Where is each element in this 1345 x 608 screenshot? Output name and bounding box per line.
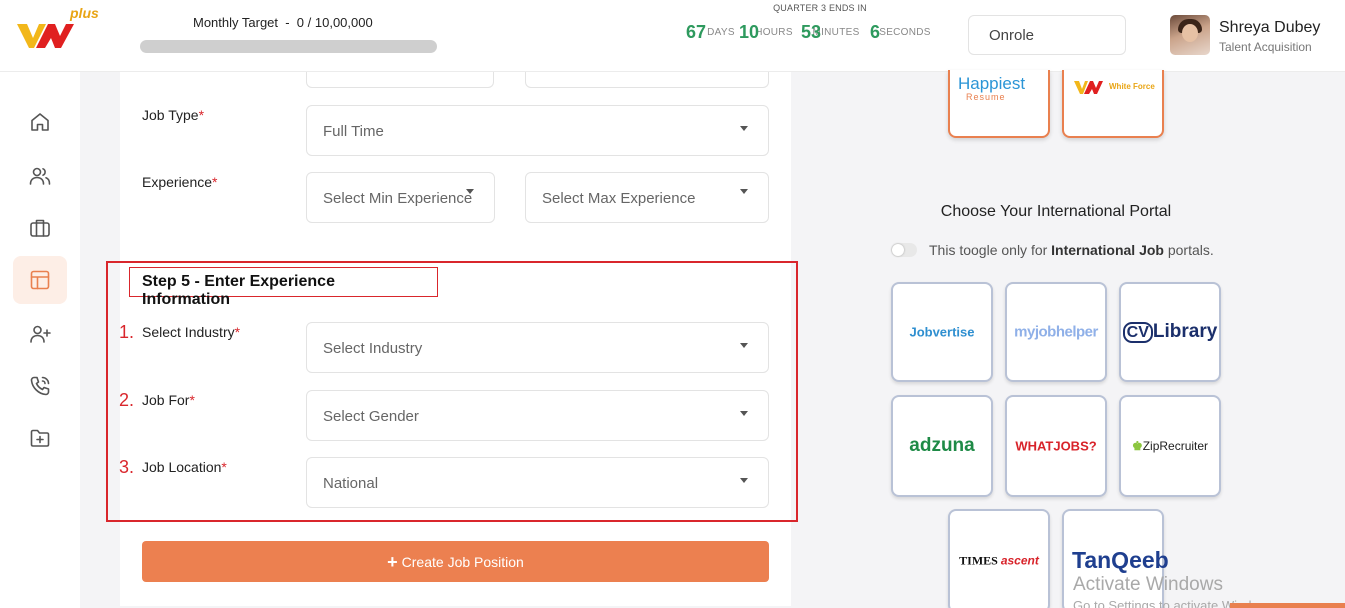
countdown-seconds: 6 SECONDS [870,22,940,42]
industry-placeholder: Select Industry [323,340,423,357]
job-location-label: Job Location* [142,459,227,475]
white-force-logo-icon [1074,81,1103,94]
monthly-target-label: Monthly Target - 0 / 10,00,000 [193,15,373,30]
annotation-number-1: 1. [119,322,135,342]
app-logo[interactable]: plus [14,5,114,56]
max-experience-select[interactable]: Select Max Experience [525,172,769,223]
international-toggle[interactable] [891,243,917,257]
countdown-days-value: 67 [686,22,707,42]
countdown-seconds-label: SECONDS [879,27,931,38]
happiest-resume-logo-sub: Resume [966,92,1006,102]
countdown-minutes: 53 MINUTES [801,22,871,42]
toggle-knob [892,244,904,256]
annotation-number-3: 3. [119,457,135,477]
job-type-label: Job Type* [142,107,205,123]
white-force-logo-text: White Force [1109,82,1155,91]
happiest-resume-logo-main: Happiest [958,74,1026,93]
avatar-face [1182,24,1198,42]
cv-library-logo: CV Library [1121,321,1219,343]
briefcase-icon [30,219,50,237]
user-name[interactable]: Shreya Dubey [1219,19,1320,37]
users-icon [29,167,51,185]
step5-title: Step 5 - Enter Experience Information [129,267,438,308]
international-portal-title: Choose Your International Portal [940,203,1172,220]
max-experience-placeholder: Select Max Experience [542,190,696,207]
role-select[interactable]: Onrole [968,15,1126,55]
layout-icon [30,270,50,290]
quarter-countdown-title: QUARTER 3 ENDS IN [773,3,867,13]
chevron-down-icon [740,343,748,348]
portal-tile-jobvertise[interactable]: Jobvertise [891,282,993,382]
sidebar-item-calls[interactable] [13,362,67,410]
portal-tile-whatjobs[interactable]: WHATJOBS? [1005,395,1107,497]
home-icon [31,113,49,131]
experience-label: Experience* [142,174,218,190]
job-location-value: National [323,475,379,492]
chevron-down-icon [740,189,748,194]
job-type-select[interactable]: Full Time [306,105,769,156]
phone-call-icon [30,376,50,396]
ziprecruiter-logo: ♚ZipRecruiter [1131,439,1209,453]
chevron-down-icon [740,126,748,131]
countdown-minutes-value: 53 [801,22,822,42]
create-job-position-button[interactable]: + Create Job Position [142,541,769,582]
portal-tile-white-force[interactable]: White Force [1062,70,1164,138]
whatjobs-logo: WHATJOBS? [1015,438,1097,454]
portal-tile-ziprecruiter[interactable]: ♚ZipRecruiter [1119,395,1221,497]
annotation-number-2: 2. [119,390,135,410]
sidebar [0,72,80,608]
sidebar-item-users[interactable] [13,152,67,200]
avatar[interactable] [1170,15,1210,55]
portal-tile-happiest-resume[interactable]: Happiest Resume [948,70,1050,138]
sidebar-item-home[interactable] [13,98,67,146]
portal-tile-cv-library[interactable]: CV Library [1119,282,1221,382]
create-job-position-label: Create Job Position [401,553,524,570]
ziprecruiter-icon: ♚ [1131,439,1143,453]
folder-plus-icon [30,429,50,447]
previous-field-edge-left [306,72,494,88]
monthly-target-progress-bar [140,40,437,53]
job-type-value: Full Time [323,123,384,140]
chevron-down-icon [740,411,748,416]
jobvertise-logo: Jobvertise [909,324,975,340]
min-experience-select[interactable]: Select Min Experience [306,172,495,223]
industry-select[interactable]: Select Industry [306,322,769,373]
gender-placeholder: Select Gender [323,408,419,425]
logo-plus-badge: plus [70,5,99,21]
gender-select[interactable]: Select Gender [306,390,769,441]
times-ascent-logo: TIMES ascent [959,553,1039,568]
sidebar-item-add-folder[interactable] [13,414,67,462]
countdown-seconds-value: 6 [870,22,881,42]
industry-label: Select Industry* [142,324,241,340]
countdown-hours: 10 HOURS [739,22,809,42]
countdown-hours-value: 10 [739,22,760,42]
chevron-down-icon [740,478,748,483]
top-header: plus Monthly Target - 0 / 10,00,000 QUAR… [0,0,1345,72]
myjobhelper-logo: myjobhelper [1014,323,1098,341]
tanqeeb-logo: TanQeeb [1072,547,1169,573]
portal-tile-adzuna[interactable]: adzuna [891,395,993,497]
portal-tile-myjobhelper[interactable]: myjobhelper [1005,282,1107,382]
bottom-orange-strip [1230,603,1345,608]
plus-icon: + [387,551,398,572]
job-for-label: Job For* [142,392,195,408]
adzuna-logo: adzuna [909,435,975,456]
user-plus-icon [30,325,51,343]
min-experience-placeholder: Select Min Experience [323,190,473,207]
chevron-down-icon [466,189,474,194]
job-location-select[interactable]: National [306,457,769,508]
international-toggle-text: This toogle only for International Job p… [929,242,1214,258]
portal-tile-times-ascent[interactable]: TIMES ascent [948,509,1050,608]
sidebar-item-layout[interactable] [13,256,67,304]
user-title: Talent Acquisition [1219,40,1312,54]
sidebar-item-jobs[interactable] [13,204,67,252]
previous-field-edge-right [525,72,769,88]
sidebar-item-add-user[interactable] [13,310,67,358]
